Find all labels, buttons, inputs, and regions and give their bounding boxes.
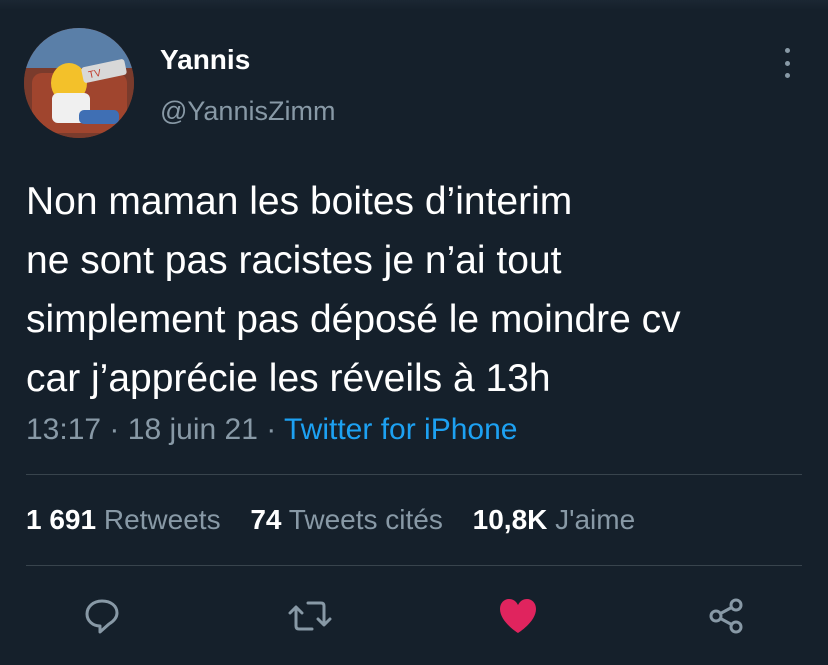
likes-label: J'aime [555,504,636,535]
more-dot [784,60,790,66]
quotes-label: Tweets cités [288,504,443,535]
tweet-line: Non maman les boites d’interim [26,180,573,223]
share-icon [709,598,743,634]
reply-button[interactable] [80,594,124,638]
likes-stat[interactable]: 10,8K J'aime [473,504,636,535]
tweet-stats: 1 691 Retweets 74 Tweets cités 10,8K J'a… [26,504,635,536]
more-dot [784,48,790,53]
retweets-label: Retweets [103,504,221,535]
more-dot [784,73,790,78]
heart-icon [500,599,536,633]
quotes-stat[interactable]: 74 Tweets cités [250,504,443,535]
tweet-line: simplement pas déposé le moindre cv [26,298,681,341]
tweet-meta: 13:17 · 18 juin 21 · Twitter for iPhone [26,413,517,447]
tweet-text: Non maman les boites d’interim ne sont p… [26,172,816,408]
avatar[interactable]: TV [24,28,134,138]
tweet-line: car j’apprécie les réveils à 13h [26,357,551,400]
top-edge [0,0,828,10]
quotes-count: 74 [250,504,282,535]
user-name[interactable]: Yannis [160,44,250,76]
likes-count: 10,8K [472,504,548,535]
tweet-line: ne sont pas racistes je n’ai tout [26,239,562,282]
retweets-stat[interactable]: 1 691 Retweets [26,504,221,535]
divider [26,474,802,475]
tweet-time: 13:17 [26,413,102,446]
tweet-date: 18 juin 21 [127,413,258,446]
share-button[interactable] [704,594,748,638]
user-handle[interactable]: @YannisZimm [160,96,335,127]
retweet-button[interactable] [288,594,332,638]
tweet-source-link[interactable]: Twitter for iPhone [284,413,517,446]
action-bar [0,594,828,638]
retweets-count: 1 691 [26,504,97,535]
like-button[interactable] [496,594,540,638]
retweet-icon [288,601,332,631]
divider [26,565,802,566]
reply-icon [85,599,119,634]
meta-separator: · [109,413,120,446]
meta-separator: · [266,413,277,446]
avatar-image: TV [24,28,134,138]
more-options-icon[interactable] [776,46,798,80]
